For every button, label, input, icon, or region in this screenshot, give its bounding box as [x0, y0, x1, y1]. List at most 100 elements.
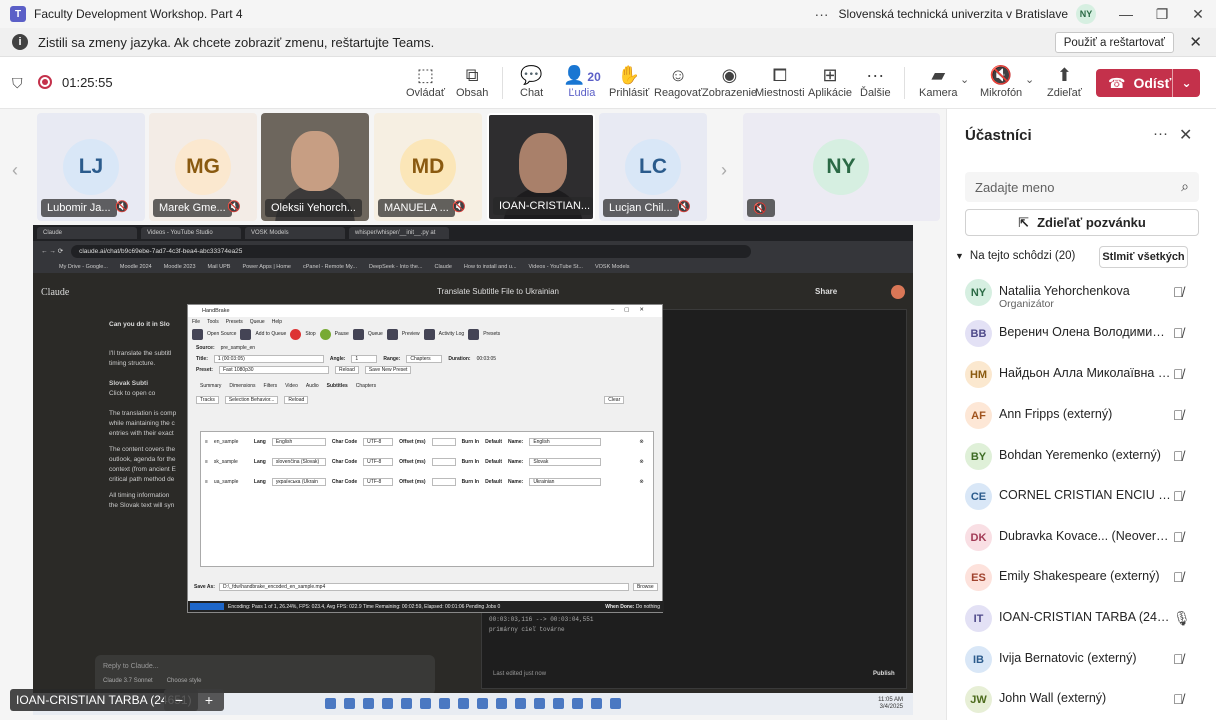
bookmark[interactable]: VOSK Models: [595, 264, 630, 270]
app-icon[interactable]: [591, 698, 602, 709]
publish-button[interactable]: Publish: [873, 671, 895, 677]
model-selector[interactable]: Claude 3.7 Sonnet: [103, 678, 153, 684]
url-field[interactable]: claude.ai/chat/b9c69ebe-7ad7-4c3f-bea4-a…: [71, 244, 752, 258]
bookmark[interactable]: Mail UPB: [208, 264, 231, 270]
microphone-button[interactable]: 🔇 Mikrofón: [980, 63, 1022, 107]
style-selector[interactable]: Choose style: [167, 678, 202, 684]
mute-all-button[interactable]: Stlmiť všetkých: [1099, 246, 1188, 268]
participant-tile[interactable]: MD MANUELA ... 🔇: [374, 113, 482, 221]
remove-track-icon[interactable]: ⊗: [639, 479, 643, 485]
clear-button[interactable]: Clear: [604, 395, 625, 404]
drag-handle-icon[interactable]: ≡: [205, 479, 208, 485]
more-options-icon[interactable]: ···: [815, 6, 829, 22]
app-icon[interactable]: [439, 698, 450, 709]
minimize-icon[interactable]: —: [1108, 6, 1144, 22]
apply-restart-button[interactable]: Použiť a reštartovať: [1054, 32, 1174, 53]
lang-select[interactable]: українська (Ukrain: [271, 478, 326, 486]
selection-behavior-button[interactable]: Selection Behavior...: [224, 395, 279, 404]
participant-row[interactable]: BB Веренич Олена Володимирів... 🎙̸: [965, 317, 1205, 353]
participant-video-tile-speaking[interactable]: IOAN-CRISTIAN...: [487, 113, 595, 221]
share-chat-button[interactable]: Share: [815, 287, 837, 296]
pause-button[interactable]: Pause: [335, 331, 349, 337]
taskbar-clock[interactable]: 11:05 AM 3/4/2025: [878, 697, 903, 711]
nav-arrows-icon[interactable]: ← → ⟳: [41, 247, 63, 255]
people-button[interactable]: 👤 20 Ľudia: [563, 63, 601, 112]
range-select[interactable]: Chapters: [406, 354, 443, 363]
stop-button[interactable]: Stop: [305, 331, 315, 337]
chat-title[interactable]: Translate Subtitle File to Ukrainian: [437, 287, 559, 296]
search-input[interactable]: Zadajte meno ⌕: [965, 172, 1199, 202]
view-button[interactable]: ◉ Zobrazenie: [702, 63, 757, 107]
browse-button[interactable]: Browse: [632, 583, 658, 591]
preset-select[interactable]: Fast 1080p30: [218, 365, 329, 374]
zoom-in-icon[interactable]: +: [205, 692, 213, 708]
participant-row[interactable]: BY Bohdan Yeremenko (externý) 🎙̸: [965, 440, 1205, 476]
lang-select[interactable]: slovenčina (Slovak): [271, 458, 326, 466]
add-to-queue-button[interactable]: Add to Queue: [255, 331, 286, 337]
lang-select[interactable]: English: [271, 438, 326, 446]
leave-options-chevron-icon[interactable]: ⌄: [1172, 69, 1200, 97]
panel-more-icon[interactable]: ···: [1153, 125, 1168, 142]
app-icon[interactable]: [515, 698, 526, 709]
artifact-card-title[interactable]: Slovak Subti: [109, 379, 189, 389]
app-icon[interactable]: [382, 698, 393, 709]
charcode-select[interactable]: UTF-8: [363, 458, 394, 466]
track-name-field[interactable]: English: [529, 438, 602, 446]
organization-name[interactable]: Slovenská technická univerzita v Bratisl…: [839, 7, 1068, 21]
participant-row[interactable]: NY Nataliia Yehorchenkova Organizátor 🎙̸: [965, 276, 1205, 312]
subtitle-track-row[interactable]: ≡ ua_sample Lang українська (Ukrain Char …: [201, 472, 653, 492]
user-avatar[interactable]: NY: [1076, 4, 1096, 24]
participant-row[interactable]: DK Dubravka Kovace... (Neoverené) 🎙̸: [965, 521, 1205, 557]
reload-preset-button[interactable]: Reload: [334, 365, 359, 374]
browser-tab[interactable]: Videos - YouTube Studio: [141, 227, 241, 239]
chat-button[interactable]: 💬 Chat: [520, 63, 543, 107]
control-button[interactable]: ⬚ Ovládať: [406, 63, 445, 107]
save-as-field[interactable]: D:\_fdw\handbrake_encoded_en_sample.mp4: [218, 583, 629, 591]
bookmark[interactable]: cPanel - Remote My...: [303, 264, 357, 270]
content-button[interactable]: ⧉ Obsah: [456, 63, 488, 107]
more-button[interactable]: ··· Ďalšie: [860, 63, 891, 107]
share-button[interactable]: ⬆ Zdieľať: [1047, 63, 1082, 107]
preview-button[interactable]: Preview: [402, 331, 420, 337]
presets-button[interactable]: Presets: [483, 331, 500, 337]
self-tile[interactable]: NY 🔇: [743, 113, 940, 221]
when-done[interactable]: When Done: Do nothing: [605, 604, 660, 610]
participant-tile[interactable]: MG Marek Gme... 🔇: [149, 113, 257, 221]
app-icon[interactable]: [553, 698, 564, 709]
collapse-chevron-icon[interactable]: ▼: [955, 251, 964, 261]
app-icon[interactable]: [458, 698, 469, 709]
react-button[interactable]: ☺ Reagovať: [654, 63, 702, 107]
tiles-prev-icon[interactable]: ‹: [12, 160, 18, 181]
bookmark[interactable]: Claude: [434, 264, 451, 270]
subtitle-track-row[interactable]: ≡ sk_sample Lang slovenčina (Slovak) Char…: [201, 452, 653, 472]
bookmark[interactable]: Moodle 2023: [164, 264, 196, 270]
menu-item[interactable]: File: [192, 319, 200, 325]
windows-start-icon[interactable]: [325, 698, 336, 709]
app-icon[interactable]: [534, 698, 545, 709]
apps-button[interactable]: ⊞ Aplikácie: [808, 63, 852, 107]
drag-handle-icon[interactable]: ≡: [205, 459, 208, 465]
offset-field[interactable]: [431, 458, 456, 466]
subtitle-track-row[interactable]: ≡ en_sample Lang English Char Code UTF-8 O…: [201, 432, 653, 452]
menu-item[interactable]: Queue: [250, 319, 265, 325]
participant-row[interactable]: JW John Wall (externý) 🎙̸: [965, 683, 1205, 719]
camera-button[interactable]: ▰ Kamera: [919, 63, 958, 107]
folder-icon[interactable]: [420, 698, 431, 709]
drag-handle-icon[interactable]: ≡: [205, 439, 208, 445]
participant-video-tile[interactable]: Oleksii Yehorch...: [261, 113, 369, 221]
mic-options-chevron-icon[interactable]: ⌄: [1025, 73, 1034, 86]
app-icon[interactable]: [610, 698, 621, 709]
tab-subtitles[interactable]: Subtitles: [327, 383, 348, 389]
app-icon[interactable]: [401, 698, 412, 709]
bookmark[interactable]: Videos - YouTube St...: [529, 264, 583, 270]
menu-item[interactable]: Tools: [207, 319, 219, 325]
leave-button[interactable]: ☎ Odísť ⌄: [1096, 69, 1200, 97]
tab-summary[interactable]: Summary: [200, 383, 221, 389]
tiles-next-icon[interactable]: ›: [721, 160, 727, 181]
shared-screen[interactable]: Claude Videos - YouTube Studio VOSK Mode…: [33, 225, 913, 715]
offset-field[interactable]: [431, 438, 456, 446]
app-icon[interactable]: [572, 698, 583, 709]
queue-button[interactable]: Queue: [368, 331, 383, 337]
participant-row[interactable]: ES Emily Shakespeare (externý) 🎙̸: [965, 561, 1205, 597]
menu-item[interactable]: Help: [272, 319, 282, 325]
